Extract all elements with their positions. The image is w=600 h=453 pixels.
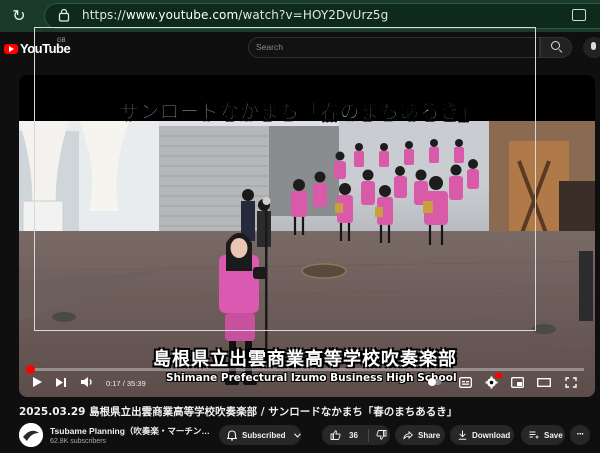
url-host: www.youtube.com [125,8,239,22]
like-count[interactable]: 36 [349,431,358,440]
next-icon[interactable] [55,377,67,388]
progress-scrubber[interactable] [26,365,35,374]
dislike-icon[interactable] [376,430,387,440]
save-button[interactable]: Save [521,425,565,445]
channel-avatar[interactable] [19,423,43,447]
save-label: Save [544,430,563,440]
download-button[interactable]: Download [450,425,514,445]
progress-bar[interactable] [28,368,584,371]
play-logo-icon [4,43,18,54]
more-actions-button[interactable]: ··· [570,425,590,445]
subtitles-icon[interactable] [459,377,472,388]
video-overlay-title: サンロードなかまち「春のまちあるき」 [119,101,480,124]
share-button[interactable]: Share [395,425,445,445]
chevron-down-icon [293,432,301,438]
download-label: Download [472,430,511,440]
play-icon[interactable] [31,376,43,388]
subscriber-count: 62.8K subscribers [50,438,107,445]
subscribed-label: Subscribed [242,430,286,440]
volume-icon[interactable] [80,376,94,388]
miniplayer-icon[interactable] [511,377,524,388]
search-icon [551,41,560,50]
fullscreen-icon[interactable] [565,377,577,388]
refresh-icon[interactable]: ↻ [10,7,28,25]
subscribed-button[interactable]: Subscribed [219,425,301,445]
channel-name[interactable]: Tsubame Planning（吹奏楽・マーチン… [50,425,210,437]
time-display: 0:17 / 35:39 [106,379,146,388]
url-prefix: https:// [82,8,126,22]
share-label: Share [418,430,441,440]
time-current: 0:17 [106,379,121,388]
hd-badge [495,373,502,378]
autoplay-toggle-icon[interactable] [428,376,442,388]
title-frame [34,27,536,331]
like-divider [367,428,369,442]
site-info-icon[interactable] [58,8,70,22]
microphone-icon [591,42,596,50]
share-icon [403,430,413,439]
like-icon[interactable] [330,430,341,440]
download-icon [458,430,467,440]
video-title: 2025.03.29 島根県立出雲商業高等学校吹奏楽部 / サンロードなかまち「… [19,406,458,418]
bell-icon [227,429,237,441]
save-playlist-icon [529,431,539,438]
channel-logo-icon [19,423,43,447]
url-text[interactable]: https://www.youtube.com/watch?v=HOY2DvUr… [82,8,388,22]
url-path: /watch?v=HOY2DvUrz5g [238,8,389,22]
time-total: 35:39 [126,379,146,388]
caption-english: Shimane Prefectural Izumo Business High … [166,372,457,384]
more-icon: ··· [576,429,585,440]
cast-icon[interactable] [572,9,586,21]
like-dislike-group: 36 [322,425,390,445]
theater-mode-icon[interactable] [537,378,551,387]
